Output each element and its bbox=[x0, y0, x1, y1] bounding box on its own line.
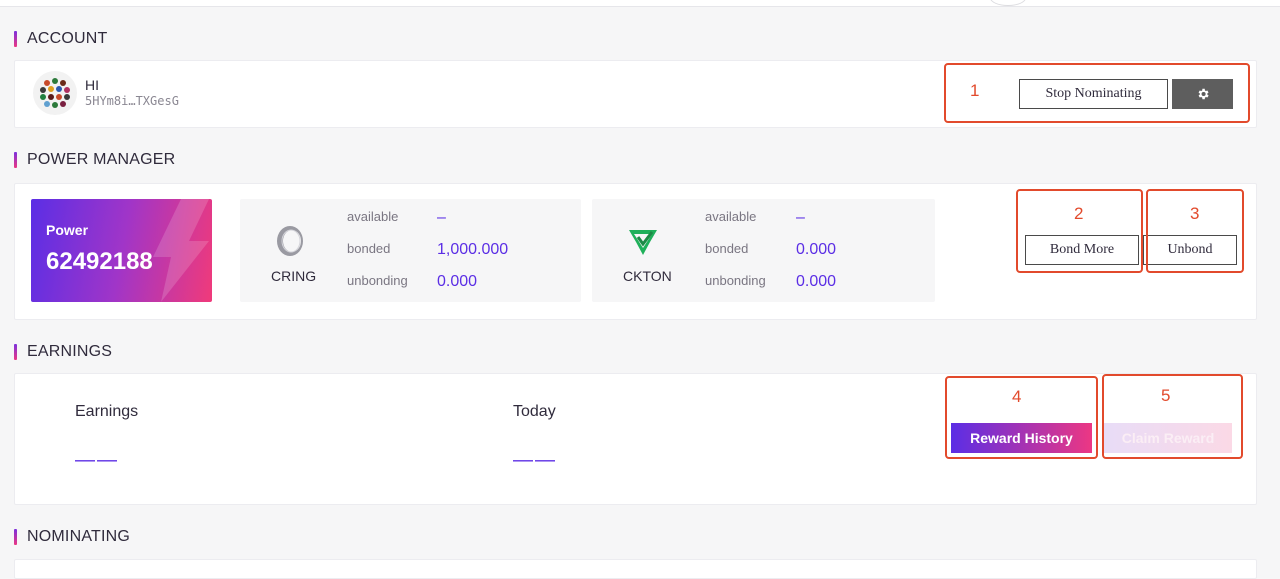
annotation-number-4: 4 bbox=[1012, 387, 1022, 406]
bonded-label: bonded bbox=[347, 241, 391, 256]
token-cring: CRING available bonded unbonding – 1,000… bbox=[240, 199, 581, 302]
available-label: available bbox=[705, 209, 757, 224]
section-marker bbox=[14, 529, 17, 545]
reward-history-button[interactable]: Reward History bbox=[951, 423, 1092, 453]
unbonding-label: unbonding bbox=[347, 273, 408, 288]
section-title-power-manager: POWER MANAGER bbox=[14, 150, 175, 170]
section-title-text: ACCOUNT bbox=[27, 30, 108, 47]
section-title-earnings: EARNINGS bbox=[14, 342, 112, 362]
power-label: Power bbox=[46, 222, 89, 238]
section-title-text: EARNINGS bbox=[27, 343, 113, 360]
available-value: – bbox=[796, 209, 805, 226]
power-value: 62492188 bbox=[46, 248, 153, 275]
ring-icon bbox=[277, 226, 303, 256]
claim-reward-button[interactable]: Claim Reward bbox=[1104, 423, 1232, 453]
annotation-number-2: 2 bbox=[1074, 204, 1084, 223]
nominating-card bbox=[14, 559, 1257, 579]
annotation-number-3: 3 bbox=[1190, 204, 1200, 223]
annotation-number-1: 1 bbox=[970, 81, 980, 100]
section-marker bbox=[14, 344, 17, 360]
identicon-icon bbox=[40, 78, 70, 108]
bonded-label: bonded bbox=[705, 241, 749, 256]
top-header-edge bbox=[0, 0, 1280, 7]
avatar bbox=[33, 71, 77, 115]
available-label: available bbox=[347, 209, 399, 224]
section-marker bbox=[14, 31, 17, 47]
today-value: —— bbox=[513, 449, 557, 471]
annotation-number-5: 5 bbox=[1161, 386, 1171, 405]
token-symbol: CKTON bbox=[623, 268, 672, 284]
unbonding-value: 0.000 bbox=[796, 273, 837, 290]
section-marker bbox=[14, 152, 17, 168]
account-name: HI bbox=[85, 77, 99, 93]
section-title-nominating: NOMINATING bbox=[14, 527, 130, 547]
settings-button[interactable] bbox=[1172, 79, 1233, 109]
token-ckton: CKTON available bonded unbonding – 0.000… bbox=[592, 199, 935, 302]
unbonding-label: unbonding bbox=[705, 273, 766, 288]
bonded-value: 0.000 bbox=[796, 241, 837, 258]
section-title-text: NOMINATING bbox=[27, 528, 131, 545]
power-panel: Power 62492188 bbox=[31, 199, 212, 302]
earnings-label: Earnings bbox=[75, 403, 139, 420]
unbonding-value: 0.000 bbox=[437, 273, 478, 290]
available-value: – bbox=[437, 209, 446, 226]
kton-icon bbox=[629, 230, 657, 255]
bond-more-button[interactable]: Bond More bbox=[1025, 235, 1139, 265]
earnings-value: —— bbox=[75, 449, 119, 471]
section-title-text: POWER MANAGER bbox=[27, 151, 176, 168]
bonded-value: 1,000.000 bbox=[437, 241, 509, 258]
section-title-account: ACCOUNT bbox=[14, 29, 108, 49]
stop-nominating-button[interactable]: Stop Nominating bbox=[1019, 79, 1168, 109]
account-address[interactable]: 5HYm8i…TXGesG bbox=[85, 94, 179, 108]
today-label: Today bbox=[513, 403, 556, 420]
token-symbol: CRING bbox=[271, 268, 317, 284]
gear-icon bbox=[1198, 88, 1209, 100]
unbond-button[interactable]: Unbond bbox=[1143, 235, 1237, 265]
